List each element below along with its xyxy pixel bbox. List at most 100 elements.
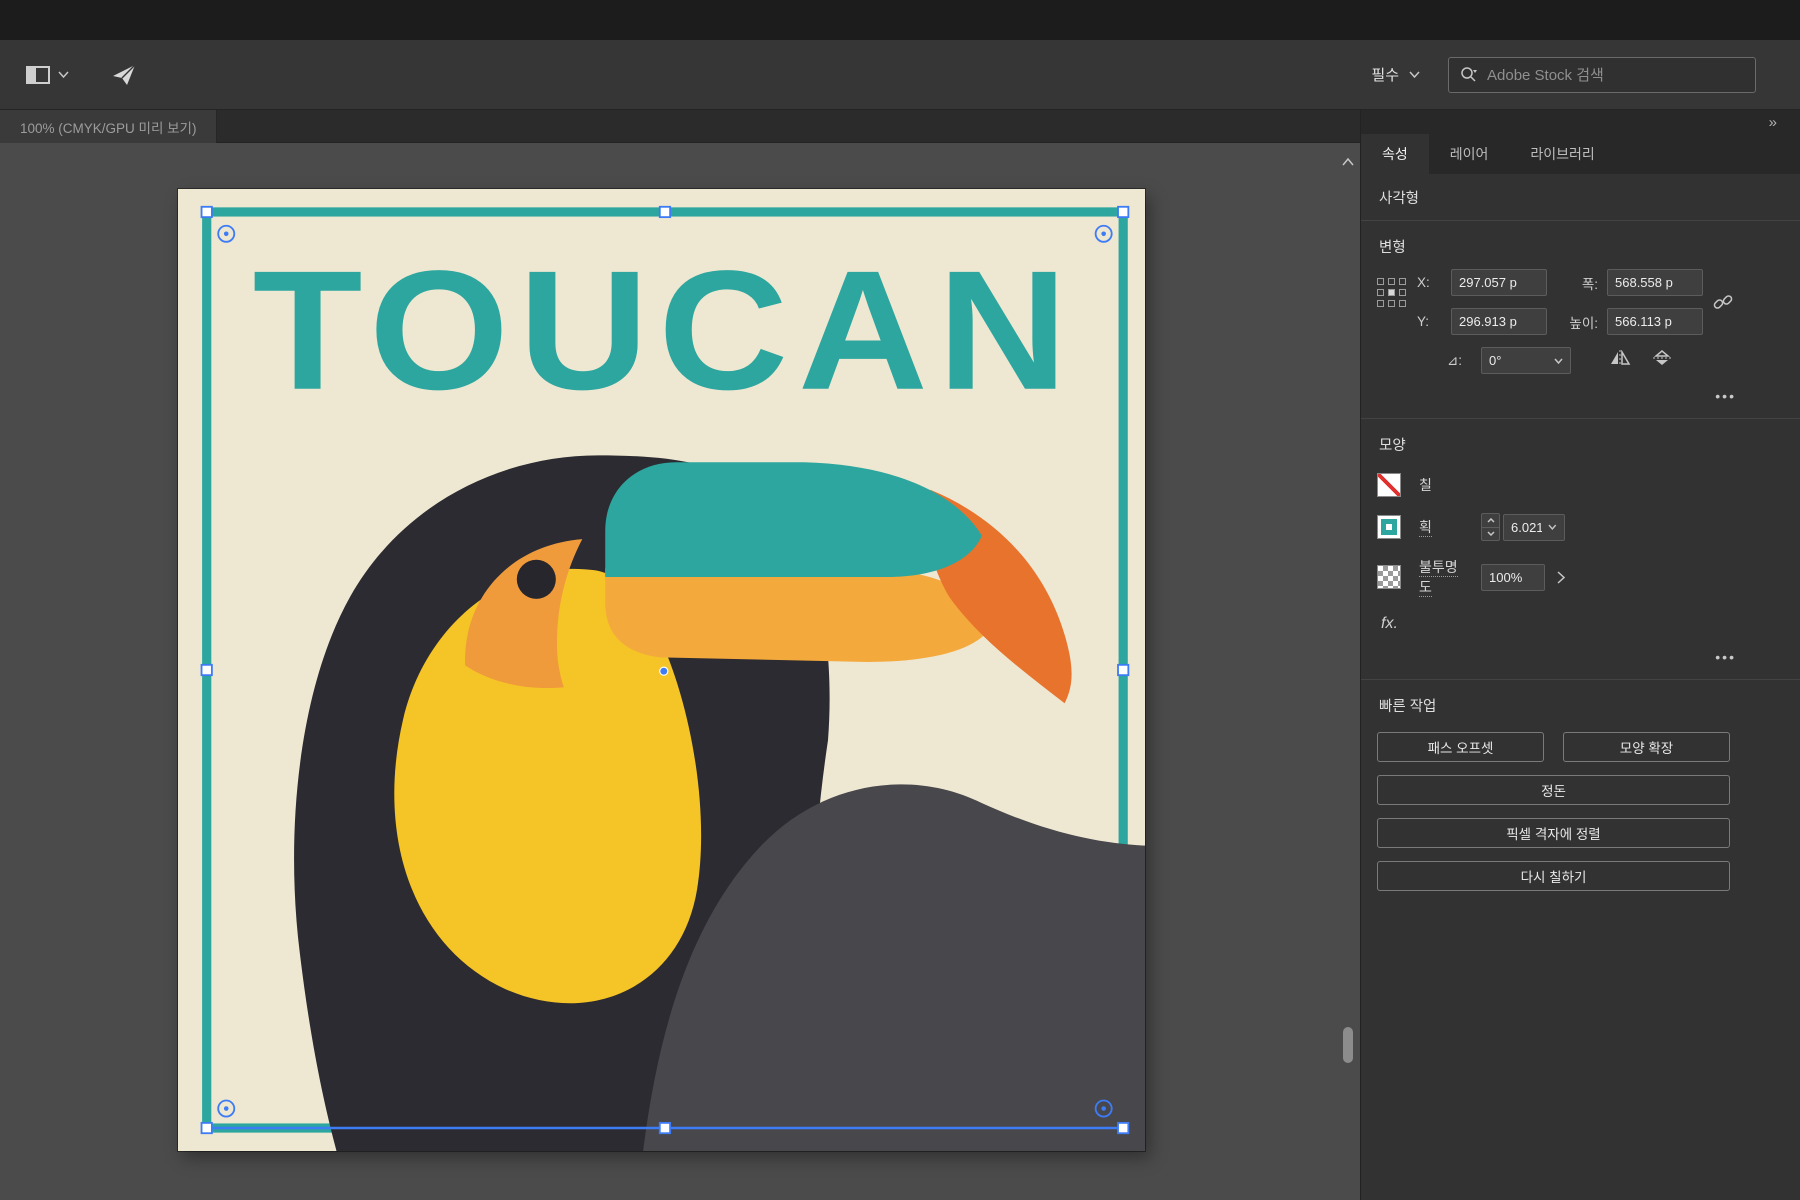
stroke-weight-field[interactable]: 6.021 (1503, 514, 1565, 541)
panel-top-strip: » (1361, 110, 1800, 134)
fx-button[interactable]: fx. (1381, 615, 1398, 632)
x-field[interactable]: 297.057 p (1451, 269, 1547, 296)
tab-libraries[interactable]: 라이브러리 (1509, 134, 1615, 174)
live-corner-dot (1101, 231, 1106, 236)
tab-label: 속성 (1382, 144, 1408, 164)
selection-handle[interactable] (202, 207, 212, 217)
app-toolbar-left (0, 63, 137, 87)
properties-panel: » 속성 레이어 라이브러리 사각형 변형 (1360, 110, 1800, 1200)
transform-fields: X: 297.057 p 폭: 568.558 p Y: 296.913 p 높… (1417, 269, 1703, 335)
paper-plane-icon (111, 63, 137, 87)
opacity-swatch[interactable] (1377, 565, 1401, 589)
illustrator-window: 필수 Adobe Stock 검색 100% (CMYK/GPU 미리 보기) (0, 0, 1800, 1200)
illustrator-app-icon[interactable] (111, 63, 137, 87)
selection-handle[interactable] (1118, 207, 1128, 217)
toucan-poster-artwork[interactable]: TOUCAN (178, 189, 1145, 1151)
stroke-label[interactable]: 획 (1419, 519, 1432, 537)
reference-point[interactable] (1377, 289, 1384, 296)
angle-label: ⊿: (1447, 353, 1477, 369)
recolor-button[interactable]: 다시 칠하기 (1377, 861, 1730, 891)
x-label: X: (1417, 275, 1447, 290)
selection-handle[interactable] (1118, 1123, 1128, 1133)
poster-title-text: TOUCAN (253, 236, 1078, 426)
reference-point[interactable] (1399, 289, 1406, 296)
chevron-down-icon (1542, 524, 1557, 530)
workspace-menu-label: 필수 (1371, 64, 1399, 85)
fill-swatch[interactable] (1377, 473, 1401, 497)
flip-vertical-button[interactable] (1653, 350, 1671, 371)
workspace-switcher-button[interactable] (26, 66, 69, 84)
search-icon (1459, 66, 1479, 84)
tab-layers[interactable]: 레이어 (1429, 134, 1510, 174)
reference-point[interactable] (1388, 278, 1395, 285)
height-label: 높이: (1551, 312, 1603, 332)
offset-path-button[interactable]: 패스 오프셋 (1377, 732, 1544, 762)
properties-panel-body: 사각형 변형 (1361, 174, 1800, 1200)
width-field[interactable]: 568.558 p (1607, 269, 1703, 296)
titlebar (0, 0, 1800, 40)
spacer: 불투명도 (1419, 557, 1481, 597)
opacity-field[interactable]: 100% (1481, 564, 1545, 591)
reference-point-selected[interactable] (1388, 289, 1395, 296)
live-corner-dot (224, 1106, 229, 1111)
stroke-swatch[interactable] (1377, 515, 1401, 539)
stepper-up-icon[interactable] (1482, 514, 1499, 528)
reference-point[interactable] (1399, 300, 1406, 307)
rotation-row: ⊿: 0° (1447, 347, 1800, 374)
chevron-down-icon (1409, 71, 1420, 78)
y-field[interactable]: 296.913 p (1451, 308, 1547, 335)
document-tab[interactable]: 100% (CMYK/GPU 미리 보기) (0, 110, 217, 143)
selection-handle[interactable] (202, 665, 212, 675)
transform-section: X: 297.057 p 폭: 568.558 p Y: 296.913 p 높… (1361, 267, 1800, 335)
live-corner-dot (224, 231, 229, 236)
fill-row: 칠 (1361, 465, 1800, 505)
selection-handle[interactable] (660, 207, 670, 217)
fill-label: 칠 (1419, 475, 1499, 495)
scrollbar-thumb[interactable] (1343, 1027, 1353, 1063)
stroke-weight-stepper[interactable] (1481, 513, 1500, 541)
chevron-down-icon (58, 71, 69, 78)
arrange-button[interactable]: 정돈 (1377, 775, 1730, 805)
stroke-row: 획 6.021 (1361, 505, 1800, 549)
reference-point[interactable] (1377, 300, 1384, 307)
tab-properties[interactable]: 속성 (1361, 134, 1429, 174)
document-tab-label: 100% (CMYK/GPU 미리 보기) (20, 117, 196, 137)
selection-handle[interactable] (1118, 665, 1128, 675)
align-to-pixel-grid-button[interactable]: 픽셀 격자에 정렬 (1377, 818, 1730, 848)
toucan-lower-beak (605, 568, 993, 662)
vertical-scrollbar[interactable] (1340, 143, 1356, 1200)
live-corner-dot (1101, 1106, 1106, 1111)
effects-row: fx. (1361, 605, 1800, 635)
reference-point-locator[interactable] (1377, 269, 1411, 335)
scroll-up-arrow[interactable] (1342, 153, 1354, 171)
more-options-button[interactable]: ••• (1715, 388, 1736, 404)
stepper-down-icon[interactable] (1482, 528, 1499, 541)
artboard[interactable]: TOUCAN (178, 189, 1145, 1151)
reference-point[interactable] (1388, 300, 1395, 307)
opacity-row: 불투명도 100% (1361, 549, 1800, 605)
selection-handle[interactable] (660, 1123, 670, 1133)
reference-point[interactable] (1377, 278, 1384, 285)
toucan-eye (517, 560, 556, 599)
selection-handle[interactable] (202, 1123, 212, 1133)
canvas[interactable]: TOUCAN (0, 143, 1360, 1200)
opacity-panel-chevron[interactable] (1557, 571, 1565, 584)
more-options-button[interactable]: ••• (1715, 649, 1736, 665)
expand-shape-button[interactable]: 모양 확장 (1563, 732, 1730, 762)
workspace-menu[interactable]: 필수 (1371, 64, 1420, 85)
reference-point[interactable] (1399, 278, 1406, 285)
selection-center-point[interactable] (660, 668, 667, 675)
panel-tab-bar: 속성 레이어 라이브러리 (1361, 134, 1800, 174)
app-toolbar: 필수 Adobe Stock 검색 (0, 40, 1800, 110)
opacity-label[interactable]: 불투명도 (1419, 559, 1458, 597)
stock-search-field[interactable]: Adobe Stock 검색 (1448, 57, 1756, 93)
constrain-proportions-link-icon[interactable] (1712, 291, 1734, 318)
layout-icon (26, 66, 50, 84)
rotation-dropdown[interactable]: 0° (1481, 347, 1571, 374)
chevron-down-icon (1548, 358, 1563, 364)
flip-horizontal-button[interactable] (1609, 350, 1631, 371)
height-field[interactable]: 566.113 p (1607, 308, 1703, 335)
panel-overflow-button[interactable]: » (1769, 114, 1778, 131)
appearance-more-row: ••• (1361, 635, 1800, 679)
width-label: 폭: (1551, 273, 1603, 293)
